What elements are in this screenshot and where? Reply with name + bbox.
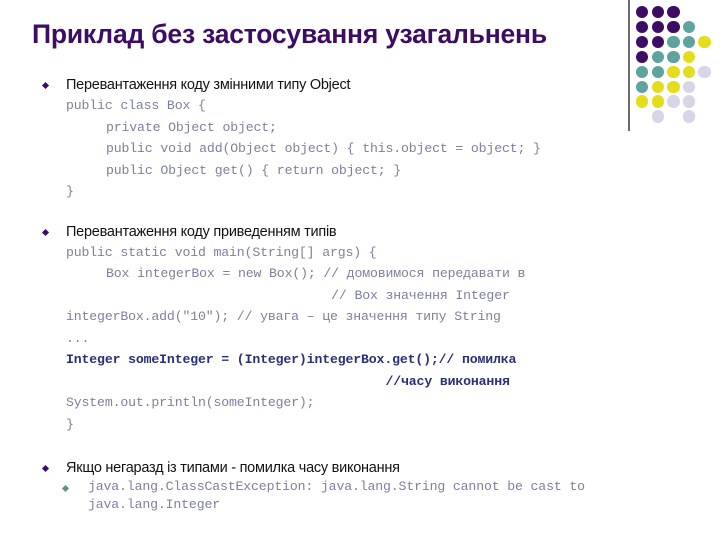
bullet-item-2-label: Перевантаження коду приведенням типів	[66, 223, 337, 240]
bullet-diamond-icon	[41, 464, 50, 473]
code-line: public Object get() { return object; }	[106, 162, 402, 178]
code-line: }	[66, 184, 74, 199]
code-line: private Object object;	[106, 119, 277, 135]
code-line: public void add(Object object) { this.ob…	[106, 141, 541, 156]
decorative-dot-teal	[651, 50, 664, 64]
bullet-item-1: Перевантаження коду змінними типу Object	[0, 76, 720, 95]
decorative-dot-yellow	[698, 35, 711, 49]
code-block-1: public class Box { private Object object;…	[0, 95, 720, 203]
code-line: Box integerBox = new Box(); // домовимос…	[106, 266, 526, 281]
decorative-dot-purple	[651, 6, 664, 19]
code-line: System.out.println(someInteger);	[66, 395, 315, 410]
bullet-item-3-label: Якщо негаразд із типами - помилка часу в…	[66, 460, 400, 476]
decorative-dot-purple	[636, 20, 649, 34]
decorative-dot-teal	[667, 35, 680, 49]
code-line: integerBox.add("10"); // увага – це знач…	[66, 309, 501, 324]
decorative-dot-purple	[651, 35, 664, 49]
bullet-item-2: Перевантаження коду приведенням типів	[0, 223, 720, 242]
content-block-1: Перевантаження коду змінними типу Object…	[0, 76, 720, 203]
bullet-diamond-icon	[41, 81, 50, 90]
code-line: Integer someInteger = (Integer)integerBo…	[66, 352, 517, 367]
decorative-dot-purple	[651, 20, 664, 34]
decorative-dot-purple	[636, 6, 649, 19]
bullet-item-3: Якщо негаразд із типами - помилка часу в…	[0, 459, 720, 478]
code-block-2: public static void main(String[] args) {…	[0, 242, 720, 436]
decorative-dot-purple	[667, 20, 680, 34]
decorative-dot-teal	[682, 35, 696, 49]
bullet-diamond-icon	[41, 228, 50, 236]
content-block-2: Перевантаження коду приведенням типів pu…	[0, 223, 720, 436]
code-line: ...	[66, 330, 90, 346]
decorative-dot-teal	[682, 20, 696, 34]
decorative-dot-purple	[636, 35, 649, 49]
code-line: public class Box {	[66, 98, 206, 113]
bullet-item-1-label: Перевантаження коду змінними типу Object	[66, 77, 351, 93]
code-line: // Box значення Integer	[106, 287, 510, 303]
decorative-dot-yellow	[682, 50, 696, 64]
decorative-dot-purple	[667, 6, 680, 19]
sub-bullet-item-1-label: java.lang.ClassCastException: java.lang.…	[88, 479, 585, 512]
page-title: Приклад без застосування узагальнень	[32, 19, 547, 49]
sub-bullet-diamond-icon	[61, 484, 70, 493]
code-line: }	[66, 416, 74, 432]
code-line: //часу виконання	[106, 373, 510, 389]
code-line: public static void main(String[] args) {	[66, 244, 377, 260]
slide-content: Перевантаження коду змінними типу Object…	[0, 76, 720, 513]
decorative-dot-teal	[667, 50, 680, 64]
sub-bullet-item-1: java.lang.ClassCastException: java.lang.…	[0, 478, 720, 513]
content-block-3: Якщо негаразд із типами - помилка часу в…	[0, 459, 720, 513]
decorative-dot-purple	[636, 50, 649, 64]
